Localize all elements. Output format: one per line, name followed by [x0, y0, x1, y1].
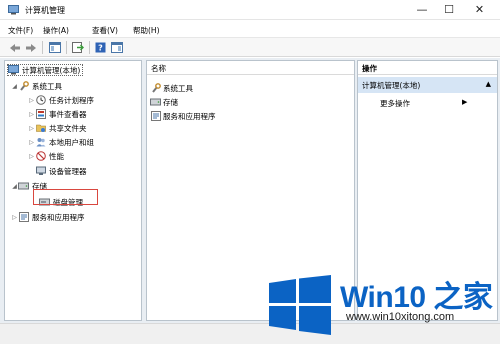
- services-icon: [150, 111, 161, 121]
- tree-item-system-tools[interactable]: ◢ 系统工具: [11, 80, 62, 92]
- help-icon[interactable]: ?: [94, 41, 107, 54]
- storage-icon: [150, 97, 161, 107]
- windows-logo-icon: [269, 275, 331, 335]
- clock-icon: [35, 95, 46, 105]
- tree-item-task-scheduler[interactable]: ▷ 任务计划程序: [28, 94, 94, 106]
- tools-icon: [150, 83, 161, 93]
- close-button[interactable]: ✕: [463, 0, 496, 18]
- export-list-icon[interactable]: [71, 41, 84, 54]
- computer-management-icon: [8, 65, 19, 75]
- collapse-up-icon[interactable]: ▲: [486, 80, 491, 88]
- storage-icon: [18, 181, 29, 191]
- menu-action[interactable]: 操作(A): [43, 25, 69, 36]
- forward-arrow-icon[interactable]: [24, 41, 37, 54]
- menu-file[interactable]: 文件(F): [8, 25, 33, 36]
- shared-folder-icon: [35, 123, 46, 133]
- tree-item-services-apps[interactable]: ▷ 服务和应用程序: [11, 211, 85, 223]
- performance-icon: [35, 151, 46, 161]
- title-bar: 计算机管理 — ☐ ✕: [0, 0, 500, 20]
- menu-view[interactable]: 查看(V): [92, 25, 118, 36]
- status-bar: [0, 323, 500, 344]
- list-item[interactable]: 服务和应用程序: [150, 110, 216, 122]
- maximize-button[interactable]: ☐: [435, 0, 463, 18]
- event-viewer-icon: [35, 109, 46, 119]
- collapse-arrow-icon[interactable]: ◢: [11, 183, 18, 190]
- submenu-arrow-icon: ▶: [462, 98, 468, 106]
- more-actions-item[interactable]: 更多操作 ▶: [380, 98, 467, 109]
- list-item[interactable]: 系统工具: [150, 82, 193, 94]
- back-arrow-icon[interactable]: [8, 41, 21, 54]
- collapse-arrow-icon[interactable]: ◢: [11, 83, 18, 90]
- show-action-pane-icon[interactable]: [110, 41, 123, 54]
- show-hide-tree-icon[interactable]: [48, 41, 61, 54]
- tree-item-root[interactable]: 计算机管理(本地): [7, 64, 84, 76]
- users-icon: [35, 137, 46, 147]
- watermark-brand: Win10 之家: [340, 281, 493, 314]
- watermark-url: www.win10xitong.com: [346, 311, 455, 323]
- minimize-button[interactable]: —: [408, 0, 436, 18]
- tree-item-event-viewer[interactable]: ▷ 事件查看器: [28, 108, 87, 120]
- expand-arrow-icon[interactable]: ▷: [28, 125, 35, 132]
- tree-item-local-users[interactable]: ▷ 本地用户和组: [28, 136, 94, 148]
- toolbar: ?: [0, 37, 500, 57]
- device-manager-icon: [35, 166, 46, 176]
- toolbar-separator: [89, 41, 90, 54]
- tree-item-shared-folders[interactable]: ▷ 共享文件夹: [28, 122, 86, 134]
- expand-arrow-icon[interactable]: ▷: [28, 111, 35, 118]
- tree-item-performance[interactable]: ▷ 性能: [28, 150, 64, 162]
- services-icon: [18, 212, 29, 222]
- toolbar-separator: [66, 41, 67, 54]
- column-header-name[interactable]: 名称: [147, 61, 354, 75]
- disk-management-highlight: [33, 189, 98, 205]
- menu-bar: 文件(F) 操作(A) 查看(V) 帮助(H): [0, 21, 500, 37]
- window-title: 计算机管理: [25, 6, 65, 15]
- expand-arrow-icon[interactable]: ▷: [28, 139, 35, 146]
- tools-icon: [18, 81, 29, 91]
- list-item[interactable]: 存储: [150, 96, 178, 108]
- toolbar-separator: [42, 41, 43, 54]
- actions-header: 操作: [358, 61, 497, 75]
- menu-help[interactable]: 帮助(H): [133, 25, 160, 36]
- svg-text:?: ?: [98, 44, 103, 53]
- actions-section-header[interactable]: 计算机管理(本地) ▲: [358, 77, 497, 93]
- tree-item-device-manager[interactable]: 设备管理器: [35, 165, 87, 177]
- computer-management-icon: [8, 5, 19, 15]
- expand-arrow-icon[interactable]: ▷: [11, 214, 18, 221]
- expand-arrow-icon[interactable]: ▷: [28, 97, 35, 104]
- expand-arrow-icon[interactable]: ▷: [28, 153, 35, 160]
